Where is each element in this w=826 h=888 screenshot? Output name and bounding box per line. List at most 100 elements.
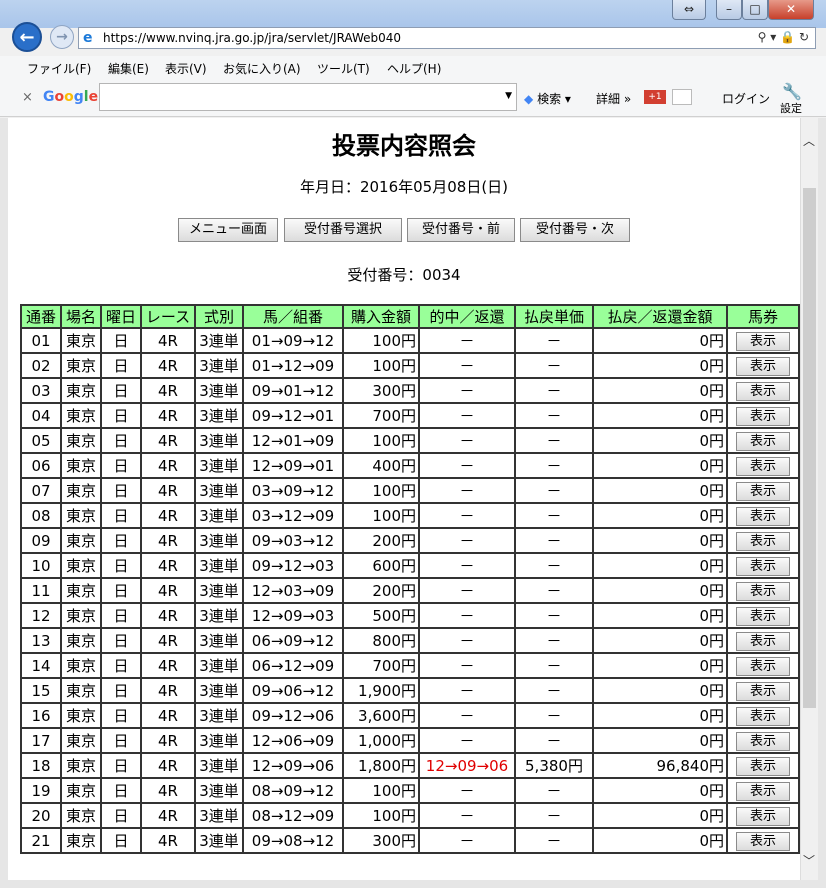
cell-hit: － — [418, 327, 516, 354]
select-receipt-button[interactable]: 受付番号選択 — [284, 218, 402, 242]
cell-serial: 20 — [20, 802, 62, 829]
cell-ticket: 表示 — [726, 627, 800, 654]
cell-venue: 東京 — [60, 427, 102, 454]
show-ticket-button[interactable]: 表示 — [736, 456, 790, 476]
cell-race: 4R — [140, 402, 196, 429]
cell-combination: 12→03→09 — [242, 577, 344, 604]
menu-favorites[interactable]: お気に入り(A) — [223, 60, 301, 77]
close-window-button[interactable]: ✕ — [768, 0, 814, 20]
cell-combination: 03→12→09 — [242, 502, 344, 529]
cell-day: 日 — [100, 677, 142, 704]
cell-hit: － — [418, 677, 516, 704]
restore-size-button[interactable]: ⇔ — [672, 0, 706, 20]
google-search-button[interactable]: ◆ 検索 ▾ — [524, 90, 571, 107]
forward-button[interactable]: → — [50, 25, 74, 49]
show-ticket-button[interactable]: 表示 — [736, 356, 790, 376]
cell-race: 4R — [140, 602, 196, 629]
lock-icon[interactable]: 🔒 — [780, 30, 795, 44]
show-ticket-button[interactable]: 表示 — [736, 431, 790, 451]
show-ticket-button[interactable]: 表示 — [736, 506, 790, 526]
show-ticket-button[interactable]: 表示 — [736, 656, 790, 676]
close-toolbar-icon[interactable]: × — [22, 90, 33, 105]
cell-combination: 12→09→03 — [242, 602, 344, 629]
show-ticket-button[interactable]: 表示 — [736, 381, 790, 401]
cell-payout-unit: － — [514, 502, 594, 529]
show-ticket-button[interactable]: 表示 — [736, 556, 790, 576]
menu-edit[interactable]: 編集(E) — [108, 60, 149, 77]
menu-file[interactable]: ファイル(F) — [27, 60, 91, 77]
cell-ticket: 表示 — [726, 727, 800, 754]
google-search-input[interactable]: ▼ — [99, 83, 517, 111]
cell-combination: 09→12→01 — [242, 402, 344, 429]
page-title: 投票内容照会 — [332, 131, 476, 160]
col-payout-total: 払戻／返還金額 — [592, 304, 728, 329]
show-ticket-button[interactable]: 表示 — [736, 781, 790, 801]
chevron-down-icon[interactable]: ▼ — [505, 91, 512, 101]
show-ticket-button[interactable]: 表示 — [736, 756, 790, 776]
dropdown-icon[interactable]: ▾ — [770, 30, 776, 44]
maximize-button[interactable]: □ — [742, 0, 768, 20]
minimize-button[interactable]: – — [716, 0, 742, 20]
show-ticket-button[interactable]: 表示 — [736, 806, 790, 826]
cell-ticket: 表示 — [726, 602, 800, 629]
cell-amount: 100円 — [342, 802, 420, 829]
login-link[interactable]: ログイン — [722, 90, 770, 107]
cell-day: 日 — [100, 352, 142, 379]
cell-hit: － — [418, 402, 516, 429]
menu-help[interactable]: ヘルプ(H) — [387, 60, 441, 77]
table-body: 01 東京日 4R 3連単 01→09→12 100円－－ 0円 表示 02 東京日 4R 3連単 01… — [20, 327, 800, 854]
refresh-icon[interactable]: ↻ — [799, 30, 809, 44]
cell-serial: 17 — [20, 727, 62, 754]
next-receipt-button[interactable]: 受付番号・次 — [520, 218, 630, 242]
show-ticket-button[interactable]: 表示 — [736, 581, 790, 601]
wrench-icon[interactable]: 🔧 — [782, 82, 802, 101]
scroll-up-icon[interactable]: ︿ — [803, 132, 815, 149]
col-bet-type: 式別 — [194, 304, 244, 329]
cell-payout-total: 0円 — [592, 527, 728, 554]
cell-serial: 03 — [20, 377, 62, 404]
show-ticket-button[interactable]: 表示 — [736, 831, 790, 851]
cell-payout-unit: － — [514, 377, 594, 404]
cell-day: 日 — [100, 527, 142, 554]
prev-receipt-button[interactable]: 受付番号・前 — [407, 218, 515, 242]
scroll-thumb[interactable] — [803, 188, 816, 708]
show-ticket-button[interactable]: 表示 — [736, 406, 790, 426]
show-ticket-button[interactable]: 表示 — [736, 706, 790, 726]
menu-screen-button[interactable]: メニュー画面 — [178, 218, 278, 242]
cell-payout-unit: － — [514, 802, 594, 829]
table-row: 05 東京日 4R 3連単 12→01→09 100円－－ 0円 表示 — [20, 427, 800, 454]
table-row: 11 東京日 4R 3連単 12→03→09 200円－－ 0円 表示 — [20, 577, 800, 604]
cell-venue: 東京 — [60, 752, 102, 779]
cell-payout-total: 0円 — [592, 827, 728, 854]
cell-venue: 東京 — [60, 652, 102, 679]
show-ticket-button[interactable]: 表示 — [736, 531, 790, 551]
scroll-down-icon[interactable]: ﹀ — [803, 852, 815, 869]
google-detail-button[interactable]: 詳細 » — [596, 90, 631, 107]
show-ticket-button[interactable]: 表示 — [736, 731, 790, 751]
google-plus-icon[interactable]: +1 — [644, 90, 666, 104]
cell-combination: 06→09→12 — [242, 627, 344, 654]
show-ticket-button[interactable]: 表示 — [736, 481, 790, 501]
url-field[interactable]: e https://www.nvinq.jra.go.jp/jra/servle… — [78, 27, 816, 49]
cell-amount: 700円 — [342, 402, 420, 429]
cell-payout-total: 0円 — [592, 502, 728, 529]
cell-venue: 東京 — [60, 627, 102, 654]
vertical-scrollbar[interactable]: ︿ ﹀ — [800, 118, 819, 880]
table-row: 20 東京日 4R 3連単 08→12→09 100円－－ 0円 表示 — [20, 802, 800, 829]
back-button[interactable]: ← — [12, 22, 42, 52]
show-ticket-button[interactable]: 表示 — [736, 331, 790, 351]
cell-amount: 500円 — [342, 602, 420, 629]
menu-tools[interactable]: ツール(T) — [317, 60, 370, 77]
cell-hit: － — [418, 477, 516, 504]
cell-bet-type: 3連単 — [194, 427, 244, 454]
url-tools[interactable]: ⚲ ▾ 🔒 ↻ — [758, 30, 809, 44]
search-icon[interactable]: ⚲ — [758, 30, 767, 44]
show-ticket-button[interactable]: 表示 — [736, 606, 790, 626]
cell-bet-type: 3連単 — [194, 327, 244, 354]
cell-venue: 東京 — [60, 527, 102, 554]
settings-label[interactable]: 設定 — [780, 100, 802, 116]
show-ticket-button[interactable]: 表示 — [736, 681, 790, 701]
menu-view[interactable]: 表示(V) — [165, 60, 207, 77]
page-content: 投票内容照会 年月日：2016年05月08日(日) メニュー画面 受付番号選択 … — [8, 118, 800, 880]
show-ticket-button[interactable]: 表示 — [736, 631, 790, 651]
